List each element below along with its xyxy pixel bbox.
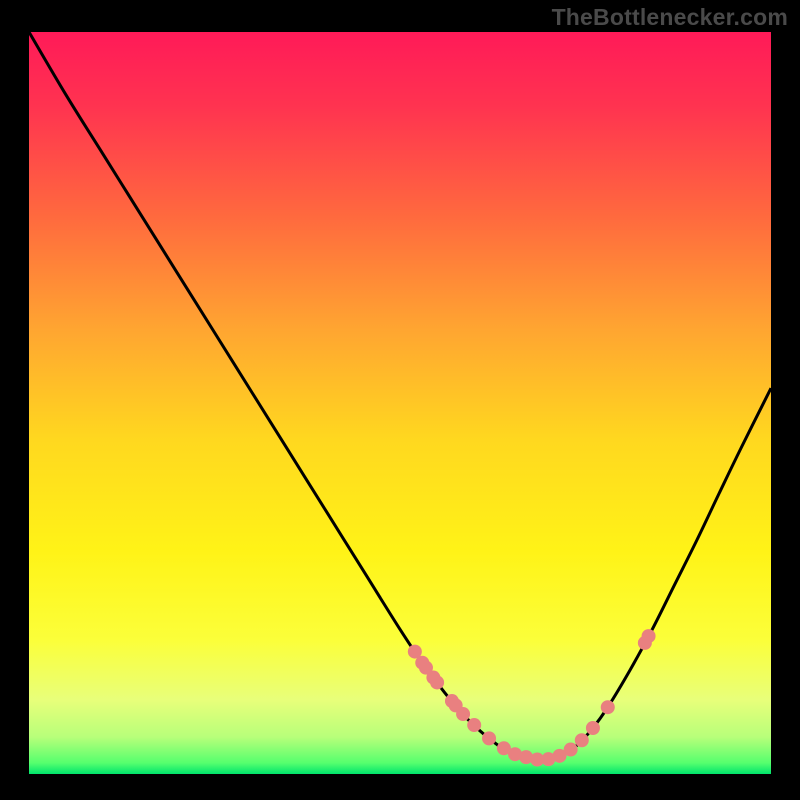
curve-marker <box>642 629 656 643</box>
curve-marker <box>564 743 578 757</box>
curve-marker <box>430 675 444 689</box>
curve-marker <box>575 733 589 747</box>
curve-marker <box>482 731 496 745</box>
curve-marker <box>586 721 600 735</box>
curve-marker <box>456 707 470 721</box>
chart-svg <box>0 0 800 800</box>
curve-marker <box>467 718 481 732</box>
plot-area <box>29 32 771 774</box>
chart-stage: TheBottlenecker.com <box>0 0 800 800</box>
watermark-text: TheBottlenecker.com <box>552 4 788 31</box>
curve-marker <box>601 700 615 714</box>
